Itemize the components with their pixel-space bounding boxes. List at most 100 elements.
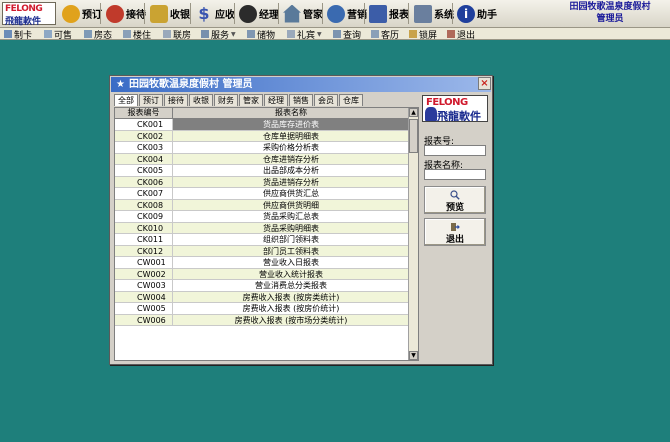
report-no-cell: CK003 [115, 142, 173, 153]
report-no-input[interactable] [424, 145, 486, 156]
tab-all[interactable]: 全部 [114, 94, 138, 106]
tab-members[interactable]: 会员 [314, 94, 338, 106]
menu-item-card[interactable]: 制卡 [4, 28, 32, 41]
menu-item-service[interactable]: 服务 ▼ [201, 28, 236, 41]
storage-icon [247, 30, 255, 38]
report-no-cell: CK011 [115, 234, 173, 245]
table-row[interactable]: CK002 仓库单据明细表 [115, 130, 410, 142]
exit-door-icon [451, 223, 460, 231]
menu-item-room-status[interactable]: 房态 [84, 28, 112, 41]
table-row[interactable]: CW005 房费收入报表 (按房价统计) [115, 303, 410, 315]
brand-logo-subtext: 飛龍軟件 [437, 110, 481, 122]
dialog-titlebar[interactable]: ★ 田园牧歌温泉度假村 管理员 [111, 77, 491, 92]
report-no-cell: CK007 [115, 188, 173, 199]
report-no-cell: CK005 [115, 165, 173, 176]
table-row[interactable]: CW006 房费收入报表 (按市场分类统计) [115, 314, 410, 326]
table-row[interactable]: CW001 营业收入日报表 [115, 257, 410, 269]
menu-item-linked-rooms[interactable]: 联房 [163, 28, 191, 41]
tab-warehouse[interactable]: 仓库 [339, 94, 363, 106]
toolbar-system-button[interactable]: 系统 [412, 2, 456, 25]
handshake-icon [327, 4, 345, 23]
table-row[interactable]: CK004 仓库进销存分析 [115, 153, 410, 165]
scroll-down-icon[interactable]: ▼ [409, 351, 418, 360]
linked-rooms-icon [163, 30, 171, 38]
column-header-report-name[interactable]: 报表名称 [173, 108, 410, 118]
tab-reservation[interactable]: 预订 [139, 94, 163, 106]
report-name-cell: 货品采购明细表 [173, 222, 410, 233]
report-name-cell: 供应商供货明细 [173, 199, 410, 210]
toolbar-reports-button[interactable]: 报表 [367, 2, 411, 25]
table-row[interactable]: CK011 组织部门领料表 [115, 234, 410, 246]
table-row[interactable]: CK001 货品库存进价表 [115, 119, 410, 131]
exit-icon [447, 30, 455, 38]
menu-item-exit[interactable]: 退出 [447, 28, 475, 41]
chart-icon [369, 4, 387, 23]
table-body: CK001 货品库存进价表 CK002 仓库单据明细表 CK003 采购价格分析表 CK00… [115, 119, 410, 326]
report-name-cell: 货品进销存分析 [173, 176, 410, 187]
report-no-cell: CW006 [115, 314, 173, 325]
toolbar-manager-button[interactable]: 经理 [237, 2, 281, 25]
table-row[interactable]: CK003 采购价格分析表 [115, 142, 410, 154]
report-dialog: ★ 田园牧歌温泉度假村 管理员 × 全部 预订 接待 收银 财务 管家 经理 销… [109, 75, 493, 365]
menu-item-guest-history[interactable]: 客历 [371, 28, 399, 41]
table-row[interactable]: CK008 供应商供货明细 [115, 199, 410, 211]
table-row[interactable]: CK007 供应商供货汇总 [115, 188, 410, 200]
report-no-cell: CW005 [115, 303, 173, 314]
toolbar-cashier-button[interactable]: 收银 [148, 2, 192, 25]
report-no-cell: CK008 [115, 199, 173, 210]
service-icon [201, 30, 209, 38]
chevron-down-icon: ▼ [231, 30, 236, 38]
close-icon[interactable]: × [478, 77, 491, 90]
app-logo: FELONG 飛龍軟件 [2, 2, 56, 27]
menu-item-lock-screen[interactable]: 锁屏 [409, 28, 437, 41]
menu-item-occupancy[interactable]: 楼住 [123, 28, 151, 41]
menu-item-storage[interactable]: 储物 [247, 28, 275, 41]
toolbar-reservation-button[interactable]: 预订 [60, 2, 104, 25]
house-icon [283, 4, 301, 23]
column-header-report-no[interactable]: 报表编号 [115, 108, 173, 118]
report-no-cell: CW003 [115, 280, 173, 291]
menu-item-concierge[interactable]: 礼宾 ▼ [287, 28, 322, 41]
report-no-cell: CW002 [115, 268, 173, 279]
chevron-down-icon: ▼ [317, 30, 322, 38]
menu-item-available[interactable]: 可售 [44, 28, 72, 41]
tab-housekeeping[interactable]: 管家 [239, 94, 263, 106]
tab-manager[interactable]: 经理 [264, 94, 288, 106]
table-row[interactable]: CW002 营业收入统计报表 [115, 268, 410, 280]
tab-reception[interactable]: 接待 [164, 94, 188, 106]
report-name-cell: 出品部成本分析 [173, 165, 410, 176]
report-name-cell: 货品库存进价表 [173, 119, 410, 130]
vertical-scrollbar[interactable]: ▲ ▼ [408, 108, 418, 360]
logo-subtext: 飛龍軟件 [5, 17, 42, 27]
table-row[interactable]: CW003 营业消费总分类报表 [115, 280, 410, 292]
org-name: 田园牧歌温泉度假村 [569, 2, 651, 12]
scroll-thumb[interactable] [409, 119, 418, 153]
report-name-input[interactable] [424, 169, 486, 180]
table-row[interactable]: CK010 货品采购明细表 [115, 222, 410, 234]
toolbar-help-button[interactable]: i 助手 [455, 2, 499, 25]
report-name-cell: 仓库进销存分析 [173, 153, 410, 164]
toolbar-marketing-button[interactable]: 营销 [325, 2, 369, 25]
table-row[interactable]: CK012 部门员工领料表 [115, 245, 410, 257]
scroll-up-icon[interactable]: ▲ [409, 108, 418, 117]
menu-item-query[interactable]: 查询 [333, 28, 361, 41]
tab-sales[interactable]: 销售 [289, 94, 313, 106]
toolbar-receivables-button[interactable]: $ 应收 [193, 2, 237, 25]
report-no-cell: CK012 [115, 245, 173, 256]
table-row[interactable]: CW004 房费收入报表 (按房类统计) [115, 291, 410, 303]
tab-cashier[interactable]: 收银 [189, 94, 213, 106]
computer-icon [414, 4, 432, 23]
exit-button[interactable]: 退出 [424, 218, 486, 246]
table-row[interactable]: CK005 出品部成本分析 [115, 165, 410, 177]
toolbar-housekeeping-button[interactable]: 管家 [281, 2, 325, 25]
tab-finance[interactable]: 财务 [214, 94, 238, 106]
report-name-cell: 营业收入日报表 [173, 257, 410, 268]
report-category-tabs: 全部 预订 接待 收银 财务 管家 经理 销售 会员 仓库 [114, 94, 364, 106]
main-toolbar: FELONG 飛龍軟件 预订 接待 收银 $ 应收 经理 管家 营销 报表 系统… [0, 0, 670, 28]
toolbar-reception-button[interactable]: 接待 [104, 2, 148, 25]
table-row[interactable]: CK006 货品进销存分析 [115, 176, 410, 188]
reception-icon [106, 4, 124, 23]
brand-logo: FELONG 飛龍軟件 [422, 95, 488, 122]
preview-button[interactable]: 预览 [424, 186, 486, 214]
table-row[interactable]: CK009 货品采购汇总表 [115, 211, 410, 223]
